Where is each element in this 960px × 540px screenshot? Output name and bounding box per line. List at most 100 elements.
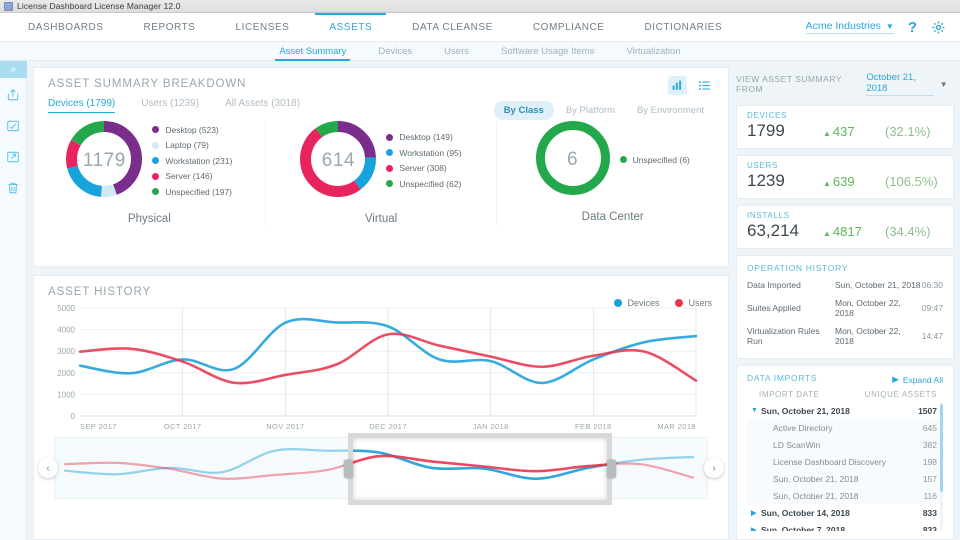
minimap-track[interactable] — [54, 433, 708, 505]
kpi-card-users[interactable]: USERS 1239 ▲ 639 (106.5%) — [736, 155, 954, 199]
nav-item-compliance[interactable]: COMPLIANCE — [513, 13, 625, 41]
nav-item-dictionaries[interactable]: DICTIONARIES — [625, 13, 743, 41]
org-name: Acme Industries — [805, 20, 881, 32]
subnav-item-virtualization[interactable]: Virtualization — [610, 42, 696, 61]
list-icon[interactable] — [695, 76, 714, 95]
nav-item-data-cleanse[interactable]: DATA CLEANSE — [392, 13, 513, 41]
subnav-item-software-usage-items[interactable]: Software Usage Items — [485, 42, 610, 61]
donut-cell-physical: 1179 Desktop (523) Laptop (79) Workstati… — [34, 121, 266, 225]
chevron-right-icon[interactable]: ▶ — [751, 509, 761, 517]
nav-item-reports[interactable]: REPORTS — [124, 13, 216, 41]
svg-text:3000: 3000 — [57, 347, 75, 356]
import-name: Active Directory — [773, 422, 833, 433]
top-nav-items: DASHBOARDS REPORTS LICENSES ASSETS DATA CLEA… — [0, 13, 742, 41]
data-imports-header: DATA IMPORTS ▶ Expand All — [747, 373, 943, 386]
donut-chart[interactable]: 614 — [300, 121, 377, 200]
nav-item-licenses[interactable]: LICENSES — [216, 13, 310, 41]
legend-color-dot — [152, 126, 160, 133]
legend-row[interactable]: Workstation (231) — [152, 156, 232, 166]
minimap-handle-left[interactable] — [344, 460, 353, 478]
segment-by-platform[interactable]: By Platform — [556, 101, 625, 120]
data-import-row[interactable]: Sun, October 21, 2018 157 — [747, 470, 943, 487]
svg-text:0: 0 — [71, 412, 76, 421]
subnav-item-users[interactable]: Users — [428, 42, 485, 61]
nav-item-assets[interactable]: ASSETS — [309, 13, 392, 41]
rail-expand-button[interactable]: » — [0, 61, 27, 78]
gear-icon[interactable] — [931, 20, 946, 35]
trash-icon[interactable] — [0, 174, 27, 202]
donut-with-legend: 1179 Desktop (523) Laptop (79) Workstati… — [66, 121, 232, 200]
svg-text:2000: 2000 — [57, 369, 75, 378]
segment-by-class[interactable]: By Class — [493, 101, 554, 120]
kpi-list: DEVICES 1799 ▲ 437 (32.1%) USERS 1239 ▲ 63… — [736, 105, 954, 249]
legend-row[interactable]: Unspecified (62) — [386, 179, 461, 189]
operation-name: Data Imported — [747, 280, 801, 290]
operation-time: 09:47 — [921, 303, 943, 313]
chevron-right-icon[interactable]: ▶ — [751, 526, 761, 532]
kpi-label: USERS — [747, 161, 779, 170]
chart-legend-users[interactable]: Users — [675, 298, 712, 308]
asset-summary-breakdown-card: ASSET SUMMARY BREAKDOWN Devices (1799) Us… — [33, 67, 729, 267]
data-import-row[interactable]: ▼ Sun, October 21, 2018 1507 — [747, 402, 943, 419]
donut-label: Data Center — [581, 211, 644, 223]
legend-color-dot — [386, 133, 394, 141]
summary-tab-2[interactable]: All Assets (3018) — [212, 98, 313, 113]
view-asset-summary-from: VIEW ASSET SUMMARY FROM October 21, 2018… — [736, 67, 954, 99]
bar-chart-icon[interactable] — [668, 76, 687, 95]
donut-charts-row: 1179 Desktop (523) Laptop (79) Workstati… — [34, 113, 728, 225]
data-import-row[interactable]: ▶ Sun, October 14, 2018 833 — [747, 504, 943, 521]
chevron-down-icon[interactable]: ▼ — [940, 80, 948, 89]
legend-color-dot — [152, 141, 160, 149]
operation-time: 06:30 — [921, 280, 943, 290]
legend-row[interactable]: Server (308) — [386, 163, 461, 173]
chart-legend: Devices Users — [614, 298, 712, 308]
minimap-handle-right[interactable] — [607, 460, 616, 478]
question-mark-icon[interactable]: ? — [908, 20, 917, 35]
legend-row[interactable]: Unspecified (197) — [152, 187, 232, 197]
expand-all-button[interactable]: ▶ Expand All — [892, 374, 943, 385]
subnav-item-devices[interactable]: Devices — [362, 42, 428, 61]
view-from-date-picker[interactable]: October 21, 2018 — [866, 72, 934, 96]
legend-label: Devices — [627, 298, 660, 308]
legend-row[interactable]: Workstation (95) — [386, 148, 462, 158]
import-name: Sun, October 21, 2018 — [761, 405, 850, 416]
subnav-item-asset-summary[interactable]: Asset Summary — [263, 42, 362, 61]
data-import-row[interactable]: License Dashboard Discovery 198 — [747, 453, 943, 470]
open-external-icon[interactable] — [0, 143, 27, 171]
legend-color-dot — [152, 188, 160, 195]
segment-by-environment[interactable]: By Environment — [627, 101, 714, 120]
legend-row[interactable]: Desktop (149) — [386, 132, 461, 142]
legend-color-dot — [614, 299, 623, 307]
chevron-left-icon[interactable]: ‹ — [38, 458, 58, 478]
data-import-row[interactable]: LD ScanWin 382 — [747, 436, 943, 453]
chevron-down-icon[interactable]: ▼ — [751, 407, 761, 414]
svg-text:NOV 2017: NOV 2017 — [266, 422, 304, 431]
edit-icon[interactable] — [0, 112, 27, 140]
donut-chart[interactable]: 6 — [535, 121, 610, 198]
scrollbar-thumb[interactable] — [940, 404, 943, 492]
chevron-right-icon[interactable]: › — [704, 458, 724, 478]
legend-row[interactable]: Desktop (523) — [152, 125, 232, 135]
legend-row[interactable]: Server (146) — [152, 171, 232, 181]
data-import-row[interactable]: Active Directory 645 — [747, 419, 943, 436]
nav-item-dashboards[interactable]: DASHBOARDS — [8, 13, 124, 41]
legend-row[interactable]: Unspecified (6) — [619, 155, 690, 165]
summary-tab-0[interactable]: Devices (1799) — [48, 98, 128, 113]
org-selector[interactable]: Acme Industries ▼ — [805, 20, 894, 34]
kpi-card-devices[interactable]: DEVICES 1799 ▲ 437 (32.1%) — [736, 105, 954, 149]
operation-time: 14:47 — [921, 331, 943, 341]
main-content: ASSET SUMMARY BREAKDOWN Devices (1799) Us… — [27, 61, 960, 540]
asset-summary-title: ASSET SUMMARY BREAKDOWN — [48, 78, 247, 90]
kpi-card-installs[interactable]: INSTALLS 63,214 ▲ 4817 (34.4%) — [736, 205, 954, 249]
export-icon[interactable] — [0, 81, 27, 109]
minimap-selection-window[interactable] — [348, 433, 612, 505]
donut-total: 1179 — [82, 149, 126, 171]
data-import-row[interactable]: Sun, October 21, 2018 116 — [747, 487, 943, 504]
donut-chart[interactable]: 1179 — [66, 121, 143, 200]
legend-row[interactable]: Laptop (79) — [152, 140, 232, 150]
data-import-row[interactable]: ▶ Sun, October 7, 2018 833 — [747, 521, 943, 532]
donut-total: 6 — [567, 148, 579, 170]
chart-legend-devices[interactable]: Devices — [614, 298, 659, 308]
summary-tab-1[interactable]: Users (1239) — [128, 98, 212, 113]
left-action-rail: » — [0, 61, 27, 540]
